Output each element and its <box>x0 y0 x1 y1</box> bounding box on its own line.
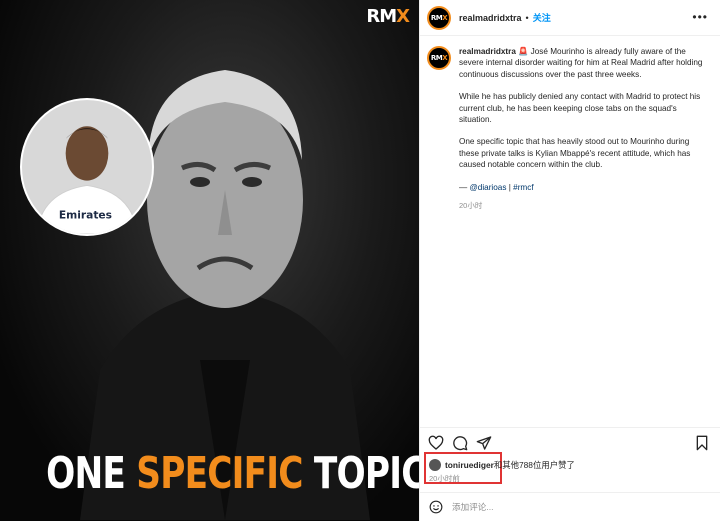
caption-time: 20小时 <box>459 201 483 211</box>
brand-logo: RMX <box>366 6 410 27</box>
comment-bar <box>420 492 720 521</box>
likes-summary[interactable]: toniruediger 和其他788位用户赞了 <box>429 459 575 471</box>
follow-button[interactable]: 关注 <box>533 11 551 24</box>
emoji-icon[interactable] <box>429 500 443 514</box>
more-horizontal-icon[interactable]: ••• <box>692 10 708 24</box>
image-headline: ONE SPECIFIC TOPIC. <box>46 448 419 499</box>
header-username[interactable]: realmadridxtra <box>459 13 522 23</box>
send-icon[interactable] <box>476 435 492 451</box>
likes-text: 和其他788位用户赞了 <box>493 460 575 470</box>
comment-input[interactable] <box>452 502 652 512</box>
caption-paragraph-3: One specific topic that has heavily stoo… <box>459 137 691 170</box>
post-header: RM X realmadridxtra • 关注 ••• <box>420 0 720 36</box>
caption-block: RM X realmadridxtra 🚨 José Mourinho is al… <box>427 46 712 211</box>
liker-username[interactable]: toniruediger <box>445 460 494 470</box>
post-time: 20小时前 <box>429 474 460 483</box>
caption-source: — @diarioas | #rmcf <box>459 182 534 192</box>
player-inset-photo: Emirates <box>20 98 154 236</box>
post-image[interactable]: Emirates RMX ONE SPECIFIC TOPIC. <box>0 0 419 521</box>
caption-text: realmadridxtra 🚨 José Mourinho is alread… <box>459 46 711 211</box>
post-details-panel: RM X realmadridxtra • 关注 ••• RM X realmadr… <box>419 0 720 521</box>
comment-icon[interactable] <box>452 435 468 451</box>
bookmark-icon[interactable] <box>694 435 710 451</box>
source-link[interactable]: @diarioas <box>469 183 506 192</box>
caption-username[interactable]: realmadridxtra <box>459 47 516 56</box>
svg-text:Emirates: Emirates <box>59 208 112 221</box>
action-bar <box>420 427 720 455</box>
avatar[interactable]: RM X <box>427 5 451 30</box>
caption-paragraph-2: While he has publicly denied any contact… <box>459 92 701 125</box>
alert-emoji: 🚨 <box>518 47 529 56</box>
heart-icon[interactable] <box>428 435 444 451</box>
caption-avatar[interactable]: RM X <box>427 46 451 70</box>
hashtag-link[interactable]: #rmcf <box>513 183 533 192</box>
header-separator: • <box>525 12 529 23</box>
liker-avatar <box>429 459 441 471</box>
